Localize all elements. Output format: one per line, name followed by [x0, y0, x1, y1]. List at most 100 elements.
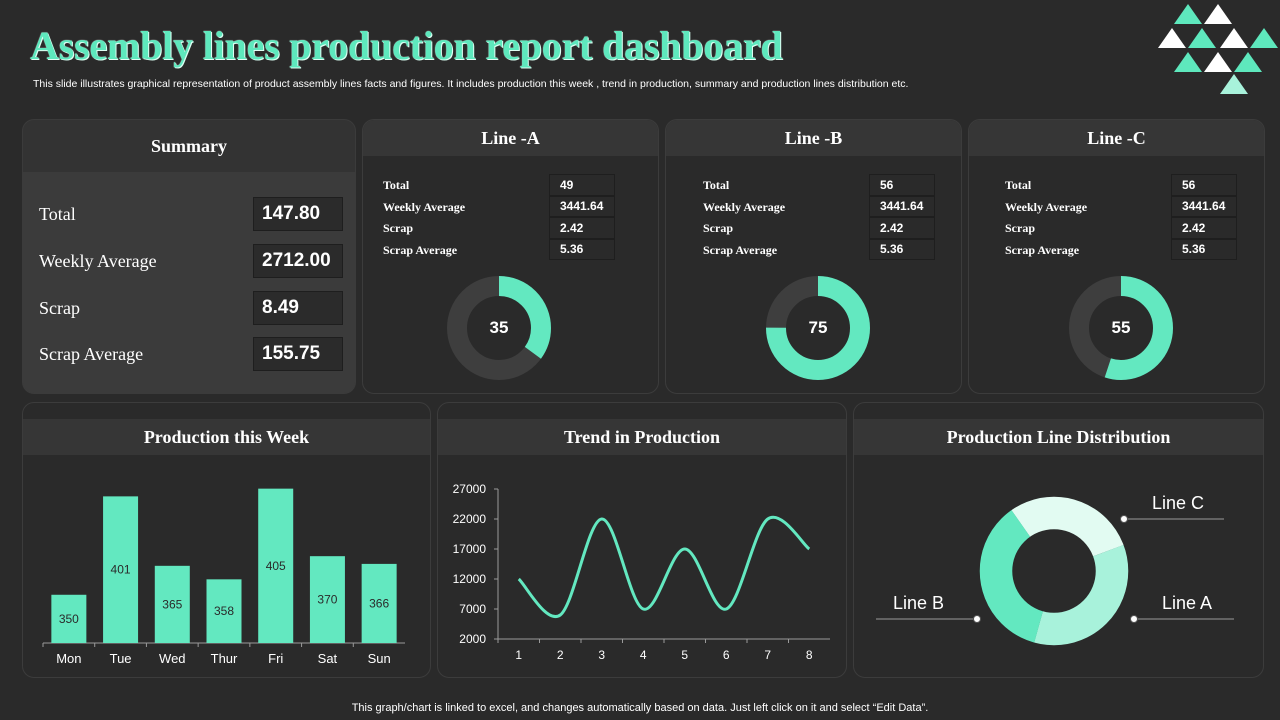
legend-label: Line B	[893, 593, 944, 613]
donut-value-label: 35	[489, 318, 509, 337]
footer-note: This graph/chart is linked to excel, and…	[351, 702, 929, 714]
bar-data-label: 405	[266, 559, 286, 573]
trend-line-chart: 27000 22000 17000 12000 7000 2000 1 2 3 4 5 6 7 8	[453, 482, 830, 662]
bar-data-label: 401	[111, 563, 131, 577]
week-production-card: Production this Week 350 Mon 401 Tue 365 Wed 3…	[22, 402, 431, 678]
page-title: Assembly lines production report dashboa…	[30, 23, 783, 68]
line-card-title: Line -B	[666, 120, 961, 156]
stat-label: Scrap	[1005, 221, 1035, 235]
x-tick-label: Sat	[318, 651, 338, 666]
line-c-donut: 55	[1069, 276, 1173, 380]
stat-value: 5.36	[869, 238, 935, 260]
stat-value: 3441.64	[1171, 195, 1237, 217]
summary-value: 2712.00	[253, 244, 343, 278]
y-tick-label: 17000	[453, 542, 487, 556]
summary-label: Scrap Average	[39, 343, 144, 364]
donut-value-label: 75	[808, 318, 828, 337]
bar-data-label: 350	[59, 612, 79, 626]
x-tick-label: 8	[806, 648, 813, 662]
stat-value: 2.42	[549, 217, 615, 239]
stat-row: Scrap Average 5.36	[1005, 238, 1255, 260]
stat-row: Scrap Average 5.36	[703, 238, 953, 260]
stat-label: Scrap Average	[1005, 242, 1080, 257]
stat-value: 49	[549, 174, 615, 196]
stat-label: Weekly Average	[383, 199, 466, 214]
stat-row: Total 56	[703, 174, 953, 196]
x-tick-label: 1	[515, 648, 522, 662]
stat-row: Total 56	[1005, 174, 1255, 196]
stat-row: Weekly Average 3441.64	[1005, 195, 1255, 217]
stat-label: Total	[383, 178, 410, 192]
distribution-donut-chart: Line C Line A Line B	[876, 493, 1234, 647]
stat-label: Total	[1005, 178, 1032, 192]
x-tick-label: 4	[640, 648, 647, 662]
line-card-title: Line -A	[363, 120, 658, 156]
stat-label: Scrap	[703, 221, 733, 235]
x-tick-label: Fri	[268, 651, 283, 666]
week-production-title: Production this Week	[23, 419, 430, 455]
x-tick-label: 7	[764, 648, 771, 662]
y-tick-label: 2000	[459, 632, 486, 646]
leader-dot	[973, 615, 981, 623]
leader-dot	[1130, 615, 1138, 623]
stat-label: Weekly Average	[1005, 199, 1088, 214]
x-tick-label: Mon	[56, 651, 81, 666]
y-tick-label: 27000	[453, 482, 487, 496]
line-a-donut: 35	[447, 276, 551, 380]
donut-inner-edge	[1012, 529, 1096, 613]
stat-row: Weekly Average 3441.64	[703, 195, 953, 217]
line-b-card: Line -B Total 56 Weekly Average 3441.64 Sc…	[665, 119, 962, 394]
x-tick-label: Wed	[159, 651, 186, 666]
stat-row: Weekly Average 3441.64	[383, 195, 633, 217]
leader-dot	[1120, 515, 1128, 523]
summary-row-scrap: Scrap 8.49	[39, 291, 343, 325]
stat-value: 3441.64	[549, 195, 615, 217]
stat-row: Scrap 2.42	[383, 217, 633, 239]
x-tick-label: 5	[681, 648, 688, 662]
summary-value: 155.75	[253, 337, 343, 371]
stat-row: Scrap 2.42	[703, 217, 953, 239]
line-a-card: Line -A Total 49 Weekly Average 3441.64 Sc…	[362, 119, 659, 394]
legend-label: Line A	[1162, 593, 1212, 613]
bar-data-label: 370	[317, 593, 337, 607]
stat-value: 56	[869, 174, 935, 196]
stat-value: 2.42	[1171, 217, 1237, 239]
summary-row-weekly-average: Weekly Average 2712.00	[39, 244, 343, 278]
line-b-donut: 75	[766, 276, 870, 380]
line-c-card: Line -C Total 56 Weekly Average 3441.64 Sc…	[968, 119, 1265, 394]
stat-value: 56	[1171, 174, 1237, 196]
y-tick-label: 22000	[453, 512, 487, 526]
triangle-decoration	[1158, 4, 1278, 94]
x-tick-label: 2	[557, 648, 564, 662]
stat-label: Scrap	[383, 221, 413, 235]
y-tick-label: 12000	[453, 572, 487, 586]
summary-label: Total	[39, 203, 76, 224]
trend-title: Trend in Production	[438, 419, 846, 455]
x-tick-label: Tue	[110, 651, 132, 666]
stat-value: 3441.64	[869, 195, 935, 217]
page-subtitle: This slide illustrates graphical represe…	[33, 78, 909, 90]
bar-data-label: 366	[369, 596, 389, 610]
y-tick-label: 7000	[459, 602, 486, 616]
x-tick-label: Thur	[211, 651, 238, 666]
stat-value: 2.42	[869, 217, 935, 239]
line-stats-table: Total 49 Weekly Average 3441.64 Scrap 2.42 …	[383, 174, 633, 260]
trend-series-line	[517, 515, 811, 619]
donut-value-label: 55	[1111, 318, 1131, 337]
stat-row: Scrap 2.42	[1005, 217, 1255, 239]
summary-value: 8.49	[253, 291, 343, 325]
x-tick-label: Sun	[368, 651, 391, 666]
stat-label: Total	[703, 178, 730, 192]
legend-label: Line C	[1152, 493, 1204, 513]
bar-data-label: 358	[214, 604, 234, 618]
distribution-card: Production Line Distribution Line C Line …	[853, 402, 1264, 678]
line-card-title: Line -C	[969, 120, 1264, 156]
stat-value: 5.36	[1171, 238, 1237, 260]
line-stats-table: Total 56 Weekly Average 3441.64 Scrap 2.42 …	[1005, 174, 1255, 260]
summary-value: 147.80	[253, 197, 343, 231]
trend-card: Trend in Production 27000 22000 17000 12000…	[437, 402, 847, 678]
stat-row: Total 49	[383, 174, 633, 196]
distribution-title: Production Line Distribution	[854, 419, 1263, 455]
summary-row-scrap-average: Scrap Average 155.75	[39, 337, 343, 371]
x-tick-label: 6	[723, 648, 730, 662]
